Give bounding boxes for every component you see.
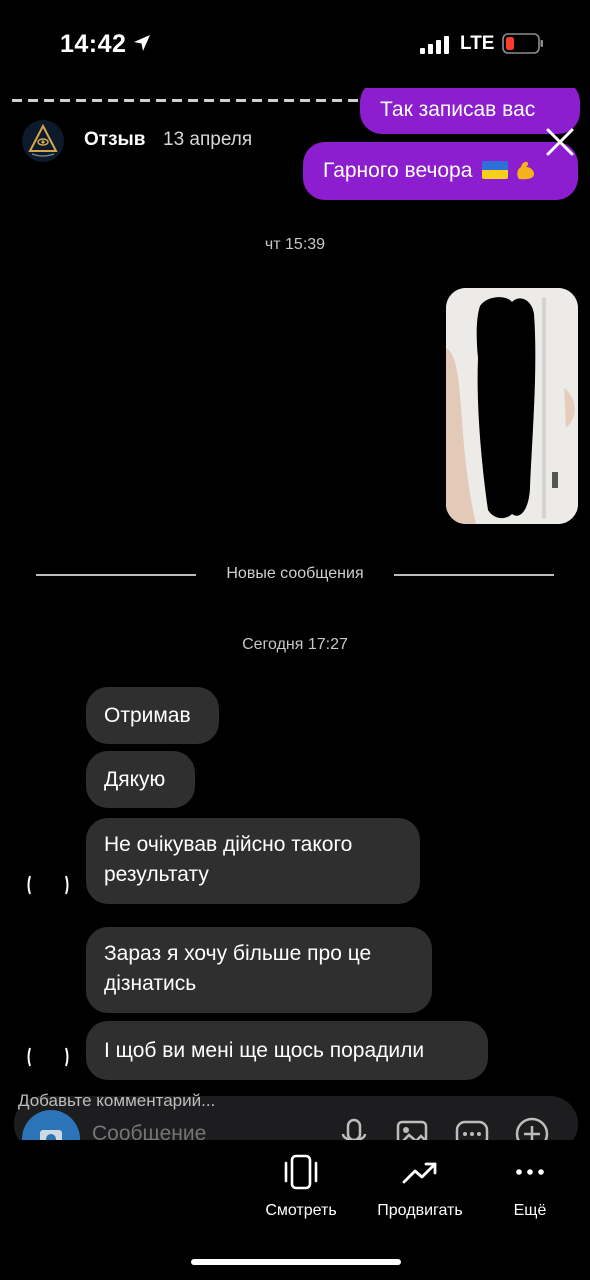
incoming-message: Дякую: [86, 751, 195, 808]
incoming-message: І щоб ви мені ще щось порадили: [86, 1021, 488, 1080]
more-label: Ещё: [513, 1202, 547, 1219]
composer-camera-button[interactable]: [22, 1110, 80, 1140]
story-card[interactable]: Так записав вас Отзыв 13 апреля Гарного …: [0, 88, 590, 1140]
promote-icon: [402, 1162, 437, 1184]
illuminati-logo: [22, 120, 64, 162]
status-bar: 14:42 LTE: [0, 0, 590, 88]
gallery-icon[interactable]: [394, 1116, 430, 1140]
view-button[interactable]: Смотреть: [250, 1154, 352, 1220]
flexed-biceps-emoji: [517, 161, 535, 180]
incoming-message: Не очікував дійсно такого результату: [86, 818, 420, 904]
status-time: 14:42: [60, 30, 127, 58]
promote-button[interactable]: Продвигать: [360, 1154, 480, 1220]
microphone-icon[interactable]: [336, 1116, 372, 1140]
new-messages-divider: Новые сообщения: [36, 565, 554, 585]
more-button[interactable]: Ещё: [500, 1154, 560, 1220]
sender-avatar-redacted: [24, 1032, 72, 1080]
signal-icon: [420, 36, 449, 54]
location-arrow-icon: [134, 35, 150, 51]
more-icon: [516, 1169, 544, 1175]
plus-icon[interactable]: [514, 1116, 550, 1140]
close-icon[interactable]: [540, 122, 580, 162]
message-timestamp: Сегодня 17:27: [242, 636, 348, 653]
incoming-message: Зараз я хочу більше про це дізнатись: [86, 927, 432, 1013]
redacted-image: [446, 288, 578, 524]
story-author[interactable]: Отзыв: [84, 129, 145, 151]
battery-icon: [502, 33, 543, 54]
network-type: LTE: [460, 33, 495, 54]
camera-icon: [40, 1130, 62, 1140]
message-input[interactable]: [92, 1122, 312, 1140]
home-indicator: [191, 1259, 401, 1265]
comment-prompt: Добавьте комментарий...: [18, 1091, 216, 1110]
message-timestamp: чт 15:39: [264, 236, 326, 253]
story-date: 13 апреля: [163, 129, 253, 150]
view-icon: [284, 1154, 318, 1190]
shared-photo[interactable]: [446, 288, 578, 524]
sender-avatar-redacted: [24, 860, 72, 908]
sticker-icon[interactable]: [454, 1116, 490, 1140]
promote-label: Продвигать: [377, 1202, 463, 1219]
story-avatar[interactable]: [22, 120, 64, 162]
ukraine-flag-emoji: [482, 161, 509, 179]
divider-line: [394, 574, 554, 576]
message-text: Гарного вечора: [323, 159, 473, 182]
outgoing-message: Гарного вечора: [303, 142, 578, 200]
view-label: Смотреть: [265, 1202, 337, 1219]
incoming-message: Отримав: [86, 687, 219, 744]
